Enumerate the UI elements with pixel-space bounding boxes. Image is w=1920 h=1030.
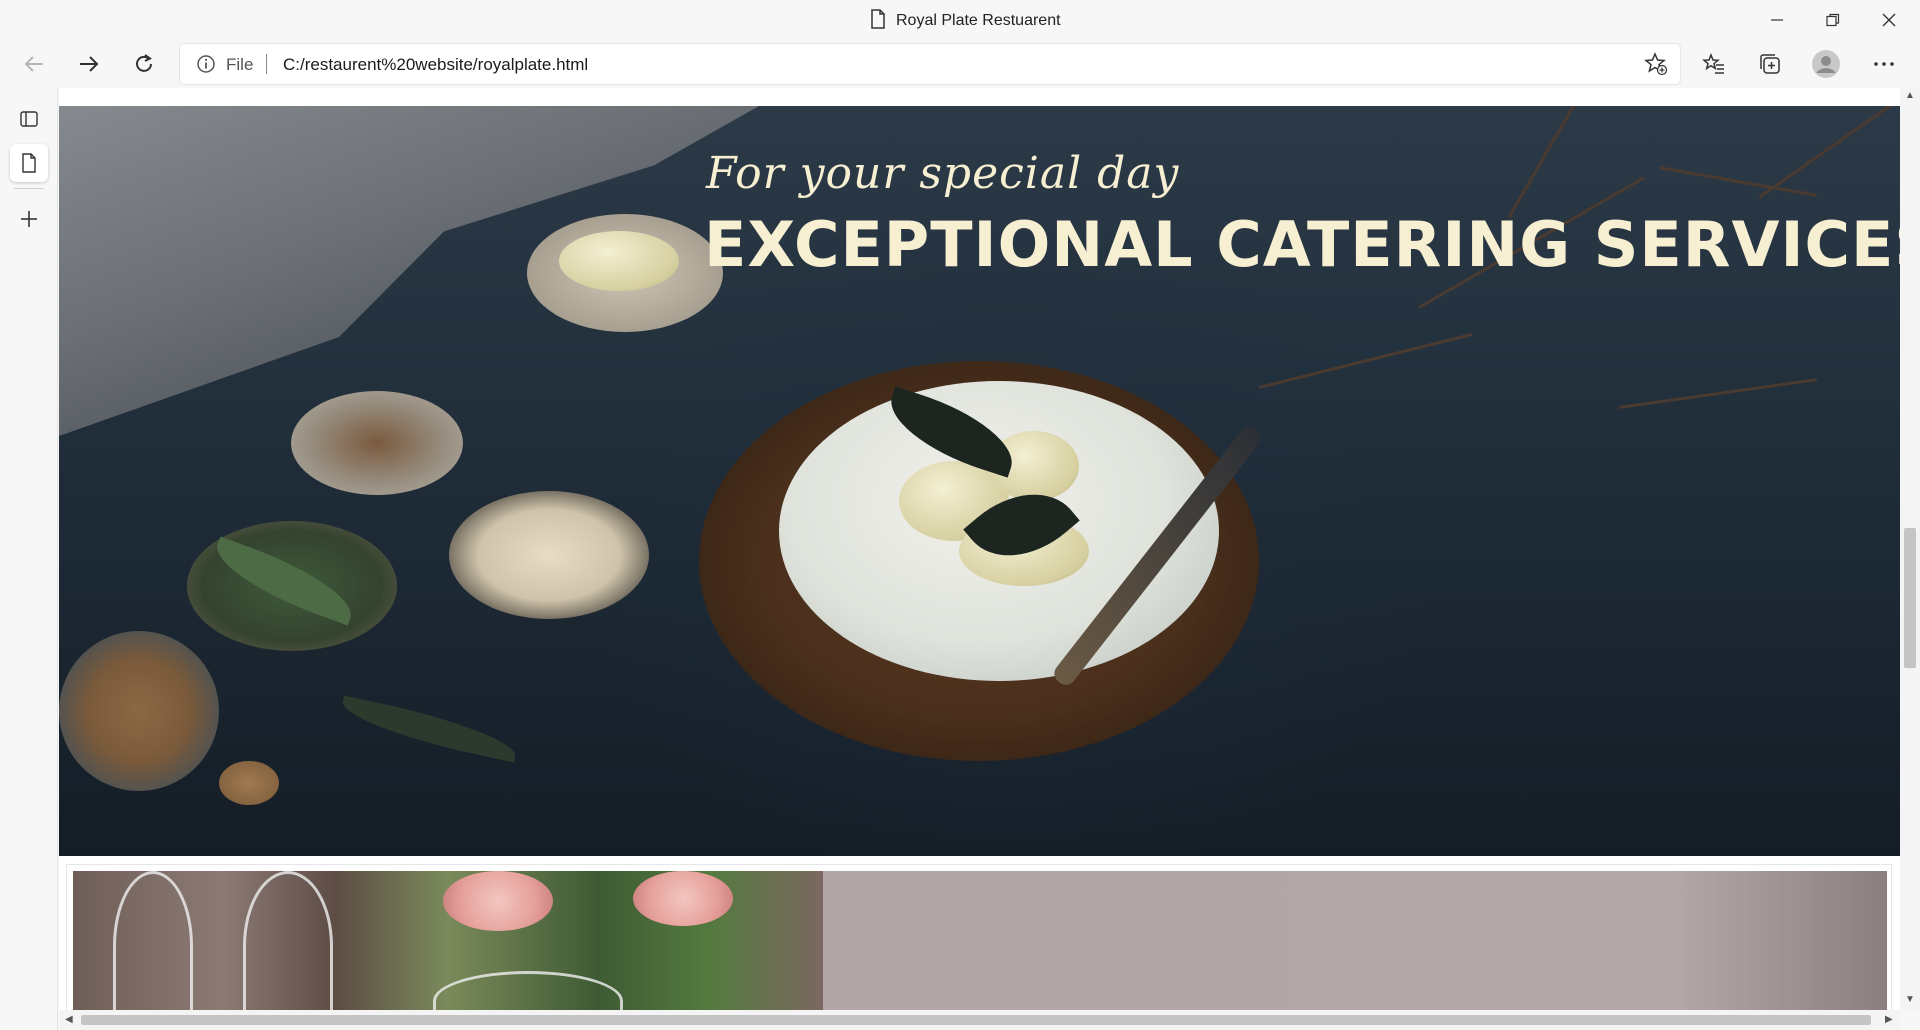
glass-rim xyxy=(433,971,623,1010)
restore-button[interactable] xyxy=(1810,0,1856,40)
title-bar: Royal Plate Restuarent xyxy=(0,0,1920,40)
wine-glass xyxy=(113,871,193,1010)
page-icon xyxy=(870,8,886,34)
cookie-plate xyxy=(59,631,219,791)
new-tab-button[interactable] xyxy=(10,200,48,238)
sidebar-divider xyxy=(14,188,44,189)
horizontal-scroll-thumb[interactable] xyxy=(81,1015,1871,1025)
back-button[interactable] xyxy=(16,46,52,82)
hero-subtitle: For your special day xyxy=(706,148,1180,199)
favorites-icon xyxy=(1702,52,1724,74)
almond-bowl xyxy=(449,491,649,619)
window-title-text: Royal Plate Restuarent xyxy=(896,12,1061,29)
page-viewport: For your special day EXCEPTIONAL CATERIN… xyxy=(59,88,1900,1010)
tab-actions-icon xyxy=(20,111,38,127)
more-icon xyxy=(1874,62,1894,66)
branch-decoration xyxy=(1618,378,1818,409)
protea-flower xyxy=(443,871,553,931)
scroll-up-arrow[interactable]: ▲ xyxy=(1905,90,1915,101)
tab-actions-button[interactable] xyxy=(10,100,48,138)
collections-icon xyxy=(1760,54,1780,74)
window-title: Royal Plate Restuarent xyxy=(870,8,1061,34)
table-setting-photo xyxy=(73,871,823,1010)
star-plus-icon[interactable] xyxy=(1644,52,1668,81)
favorites-button[interactable] xyxy=(1696,46,1732,82)
minimize-button[interactable] xyxy=(1754,0,1800,40)
info-icon[interactable] xyxy=(196,54,216,79)
vertical-scroll-thumb[interactable] xyxy=(1904,528,1916,668)
vertical-tabs-sidebar xyxy=(0,88,58,1030)
arrow-right-icon xyxy=(80,56,99,72)
profile-button[interactable] xyxy=(1808,46,1844,82)
wine-glass xyxy=(243,871,333,1010)
more-button[interactable] xyxy=(1866,46,1902,82)
walnut-bowl xyxy=(291,391,463,495)
tab-royal-plate[interactable] xyxy=(10,144,48,182)
scroll-right-arrow[interactable]: ▶ xyxy=(1885,1014,1893,1025)
forward-button[interactable] xyxy=(71,46,107,82)
gallery-section xyxy=(66,864,1892,1010)
profile-icon xyxy=(1812,50,1840,78)
address-separator xyxy=(266,54,267,74)
branch-decoration xyxy=(1258,332,1473,389)
branch-decoration xyxy=(1758,106,1900,199)
pear-decoration xyxy=(559,231,679,291)
close-button[interactable] xyxy=(1866,0,1912,40)
protea-flower xyxy=(633,871,733,926)
leaf-decoration xyxy=(337,695,521,763)
plus-icon xyxy=(21,211,37,227)
cookie xyxy=(219,761,279,805)
horizontal-scrollbar[interactable]: ◀ ▶ xyxy=(59,1010,1900,1030)
refresh-icon xyxy=(136,54,152,72)
vertical-scrollbar[interactable]: ▲ ▼ xyxy=(1900,88,1920,1010)
scroll-down-arrow[interactable]: ▼ xyxy=(1905,994,1915,1005)
catering-hero-banner: For your special day EXCEPTIONAL CATERIN… xyxy=(59,106,1900,856)
collections-button[interactable] xyxy=(1752,46,1788,82)
address-bar[interactable]: File C:/restaurent%20website/royalplate.… xyxy=(180,44,1680,84)
file-scheme-label: File xyxy=(226,55,254,74)
info-panel xyxy=(823,871,1887,1010)
browser-toolbar: File C:/restaurent%20website/royalplate.… xyxy=(0,40,1920,88)
page-icon xyxy=(22,153,36,173)
refresh-button[interactable] xyxy=(126,46,162,82)
hero-title: EXCEPTIONAL CATERING SERVICES xyxy=(704,208,1900,281)
arrow-left-icon xyxy=(24,56,43,72)
url-field[interactable]: C:/restaurent%20website/royalplate.html xyxy=(283,55,588,75)
scroll-left-arrow[interactable]: ◀ xyxy=(65,1014,73,1025)
